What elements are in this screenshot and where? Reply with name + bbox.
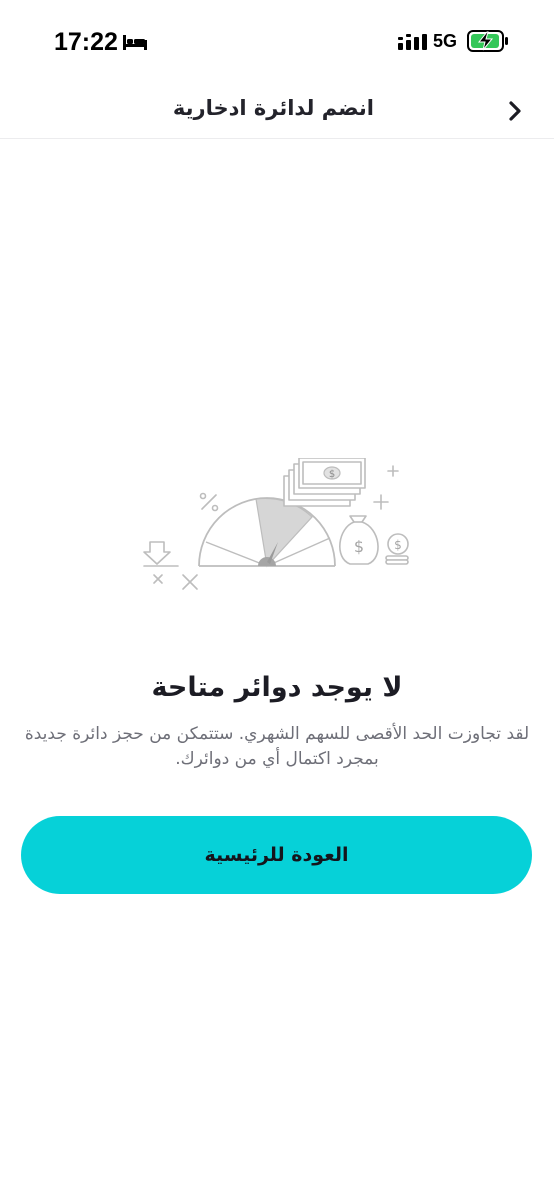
page-title: انضم لدائرة ادخارية [172, 96, 374, 120]
savings-gauge-illustration: $ $ $ [143, 458, 409, 590]
battery-charging-icon [467, 30, 508, 52]
back-to-home-button[interactable]: العودة للرئيسية [21, 816, 532, 894]
signal-icon [398, 34, 427, 50]
back-button[interactable] [498, 94, 532, 128]
empty-state-description: لقد تجاوزت الحد الأقصى للسهم الشهري. ستت… [24, 724, 530, 769]
svg-text:$: $ [354, 537, 364, 556]
svg-text:$: $ [329, 469, 335, 480]
bed-icon [123, 35, 147, 50]
status-time: 17:22 [54, 28, 118, 56]
network-label: 5G [433, 31, 458, 51]
chevron-right-icon [509, 101, 521, 121]
status-bar: 17:22 5G [0, 0, 554, 84]
page-header: انضم لدائرة ادخارية [0, 84, 554, 139]
empty-state-title: لا يوجد دوائر متاحة [151, 672, 403, 703]
svg-text:$: $ [394, 538, 402, 552]
